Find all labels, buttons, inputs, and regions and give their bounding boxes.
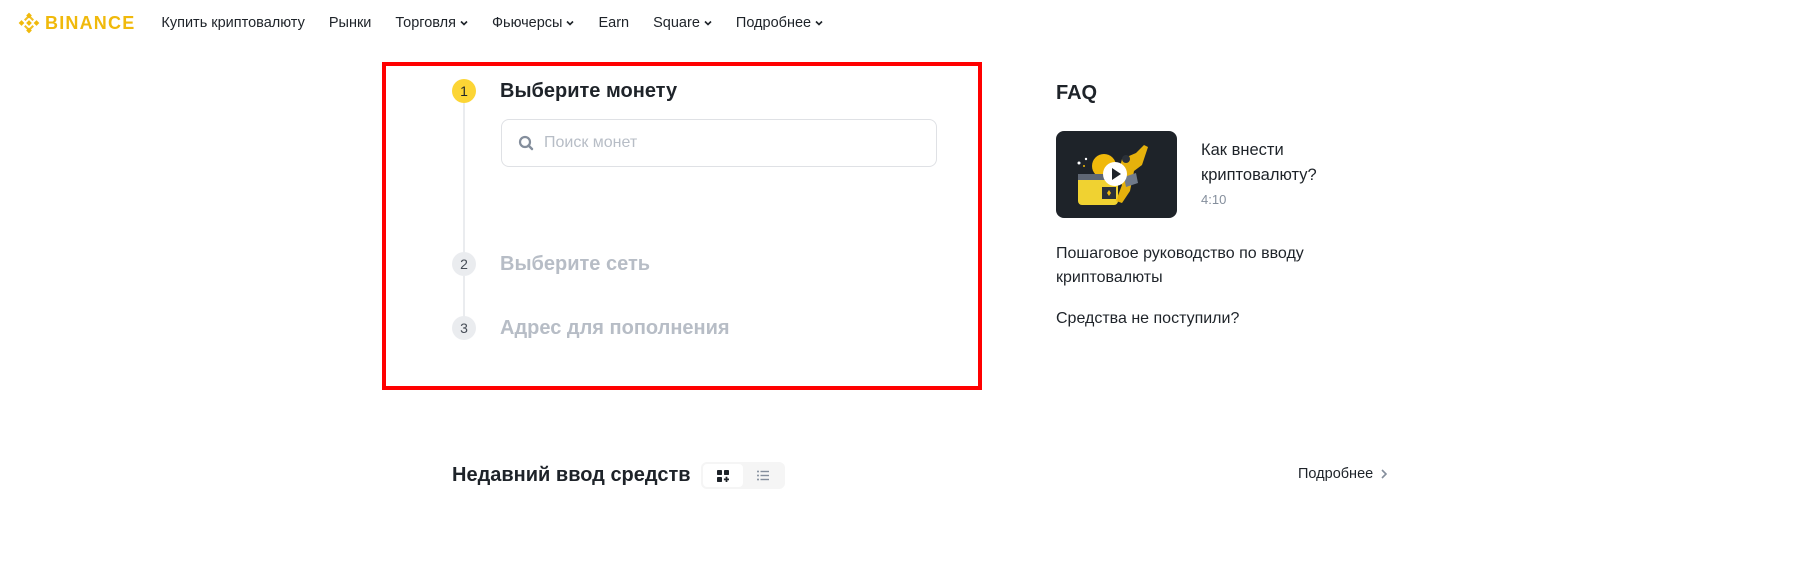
step-title: Выберите монету xyxy=(500,79,678,102)
top-navigation: BINANCE Купить криптовалюту Рынки Торгов… xyxy=(0,0,1817,46)
chevron-down-icon xyxy=(704,20,712,26)
chevron-down-icon xyxy=(566,20,575,26)
highlight-annotation-box xyxy=(382,62,982,390)
chevron-down-icon xyxy=(815,20,823,26)
video-thumbnail[interactable] xyxy=(1056,131,1177,218)
grid-view-button[interactable] xyxy=(703,464,743,487)
video-duration: 4:10 xyxy=(1201,192,1227,207)
step-select-coin: 1 Выберите монету xyxy=(452,79,677,103)
main-nav: Купить криптовалюту Рынки Торговля Фьюче… xyxy=(161,15,847,31)
brand-name: BINANCE xyxy=(45,12,136,33)
nav-label: Square xyxy=(653,15,700,31)
step-number-badge: 1 xyxy=(452,79,476,103)
nav-label: Подробнее xyxy=(735,15,812,31)
step-select-network: 2 Выберите сеть xyxy=(452,252,650,276)
grid-view-icon xyxy=(717,469,729,482)
chevron-down-icon xyxy=(460,20,468,26)
nav-buy-crypto[interactable]: Купить криптовалюту xyxy=(161,15,304,31)
binance-logo[interactable]: BINANCE xyxy=(18,12,135,34)
step-connector-line xyxy=(463,103,465,262)
nav-earn[interactable]: Earn xyxy=(598,15,629,31)
nav-futures[interactable]: Фьючерсы xyxy=(492,15,575,31)
chevron-right-icon xyxy=(1381,469,1388,479)
faq-link-funds-not-received[interactable]: Средства не поступили? xyxy=(1056,307,1346,331)
step-number-badge: 3 xyxy=(452,316,476,340)
faq-video-card[interactable]: Как внести криптовалюту? 4:10 xyxy=(1056,131,1351,218)
nav-trade[interactable]: Торговля xyxy=(395,15,468,31)
more-link-label: Подробнее xyxy=(1298,466,1374,482)
coin-search-field[interactable] xyxy=(501,119,937,167)
list-view-icon xyxy=(757,470,769,481)
nav-label: Фьючерсы xyxy=(491,15,563,31)
video-info: Как внести криптовалюту? 4:10 xyxy=(1201,131,1351,207)
nav-label: Купить криптовалюту xyxy=(161,15,305,31)
faq-link-deposit-guide[interactable]: Пошаговое руководство по вводу криптовал… xyxy=(1056,242,1346,290)
nav-more[interactable]: Подробнее xyxy=(736,15,823,31)
nav-label: Рынки xyxy=(328,15,372,31)
nav-label: Торговля xyxy=(395,15,456,31)
wallet-illustration-icon xyxy=(1077,145,1148,205)
list-view-button[interactable] xyxy=(743,464,783,487)
binance-diamond-icon xyxy=(18,12,40,34)
recent-deposits-more-link[interactable]: Подробнее xyxy=(1298,466,1388,482)
step-title: Адрес для пополнения xyxy=(500,316,730,339)
nav-square[interactable]: Square xyxy=(653,15,712,31)
video-title[interactable]: Как внести криптовалюту? xyxy=(1201,138,1351,188)
step-number-badge: 2 xyxy=(452,252,476,276)
search-icon xyxy=(518,135,534,151)
step-deposit-address: 3 Адрес для пополнения xyxy=(452,316,730,340)
nav-label: Earn xyxy=(598,15,630,31)
nav-markets[interactable]: Рынки xyxy=(329,15,372,31)
faq-heading: FAQ xyxy=(1056,82,1098,104)
step-title: Выберите сеть xyxy=(500,252,651,275)
recent-deposits-heading: Недавний ввод средств xyxy=(452,464,691,486)
view-mode-toggle xyxy=(701,462,785,489)
coin-search-input[interactable] xyxy=(544,134,924,152)
